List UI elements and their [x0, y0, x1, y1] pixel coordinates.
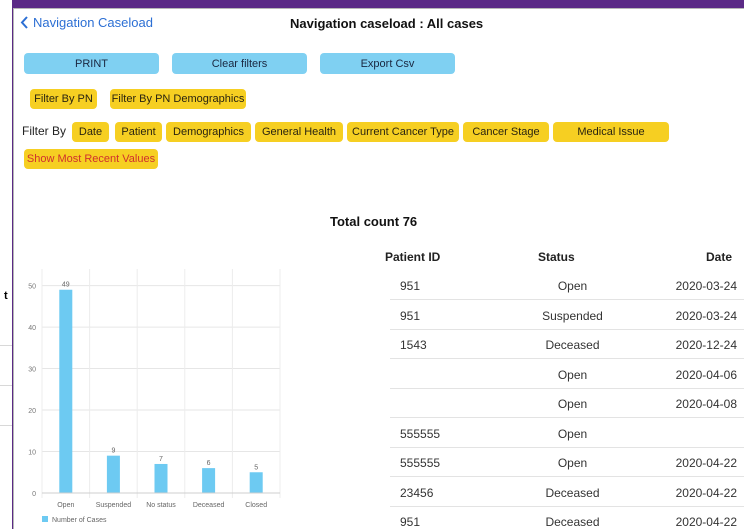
filter-by-pn-demographics-button[interactable]: Filter By PN Demographics: [110, 89, 246, 109]
cell-date: 2020-04-22: [675, 515, 737, 529]
filter-cancer-stage-button[interactable]: Cancer Stage: [463, 122, 549, 142]
bar-data-label: 7: [159, 456, 163, 463]
filter-patient-button[interactable]: Patient: [115, 122, 162, 142]
y-tick-label: 40: [28, 325, 36, 332]
filter-by-pn-button[interactable]: Filter By PN: [30, 89, 97, 109]
cell-date: 2020-03-24: [675, 279, 737, 293]
x-tick-label: Open: [57, 502, 74, 509]
chevron-left-icon: [20, 16, 28, 29]
bar-data-label: 6: [207, 460, 211, 467]
clear-filters-button[interactable]: Clear filters: [172, 53, 307, 74]
x-tick-label: No status: [146, 502, 176, 509]
divider: [0, 345, 12, 346]
table-row[interactable]: Open 2020-04-08: [390, 389, 744, 418]
show-most-recent-values-toggle[interactable]: Show Most Recent Values: [24, 149, 158, 169]
bar: [154, 463, 168, 493]
page-title: Navigation caseload : All cases: [290, 16, 484, 31]
y-tick-label: 20: [28, 408, 36, 415]
cell-date: 2020-04-08: [675, 397, 737, 411]
legend-label: Number of Cases: [52, 517, 107, 524]
cell-status: Open: [557, 397, 588, 411]
x-tick-label: Closed: [245, 502, 267, 509]
cell-status: Suspended: [542, 308, 603, 323]
cell-patient-id: 555555: [400, 426, 441, 441]
cell-status: Open: [557, 456, 588, 470]
table-row[interactable]: 555555 Open: [390, 419, 744, 448]
cell-patient-id: 555555: [400, 456, 441, 470]
divider: [0, 385, 12, 386]
bar-data-label: 9: [111, 448, 115, 455]
table-row[interactable]: 1543 Deceased 2020-12-24: [390, 330, 744, 359]
cell-status: Open: [557, 367, 588, 382]
table-row[interactable]: 23456 Deceased 2020-04-22: [390, 478, 744, 507]
bar: [249, 472, 263, 493]
divider: [0, 425, 12, 426]
app-window: Navigation Caseload Navigation caseload …: [13, 8, 744, 529]
cell-date: 2020-04-22: [675, 485, 737, 500]
filter-medical-issue-button[interactable]: Medical Issue: [553, 122, 669, 142]
cell-patient-id: 23456: [400, 485, 434, 500]
col-header-patient-id: Patient ID: [385, 250, 441, 264]
cell-status: Deceased: [545, 485, 600, 500]
cell-patient-id: 951: [400, 515, 421, 529]
back-label: Navigation Caseload: [33, 15, 153, 30]
table-row[interactable]: Open 2020-04-06: [390, 360, 744, 389]
cell-date: 2020-04-06: [675, 367, 737, 382]
table-row[interactable]: 951 Open 2020-03-24: [390, 271, 744, 300]
bar: [202, 468, 216, 493]
table-row[interactable]: 951 Suspended 2020-03-24: [390, 301, 744, 330]
nav-header: Navigation Caseload Navigation caseload …: [14, 9, 744, 39]
cell-date: 2020-12-24: [675, 338, 737, 352]
table-row[interactable]: 555555 Open 2020-04-22: [390, 448, 744, 477]
cell-status: Open: [557, 426, 588, 441]
y-tick-label: 30: [28, 367, 36, 374]
bar-data-label: 49: [62, 282, 70, 289]
col-header-date: Date: [706, 250, 733, 264]
cases-bar-chart: 0 10 20 30 40 50 49 Open 9 Suspended 7 No status 6 De…: [28, 269, 281, 524]
export-csv-button[interactable]: Export Csv: [320, 53, 455, 74]
cell-status: Deceased: [545, 338, 600, 352]
y-tick-label: 0: [32, 491, 36, 498]
y-tick-label: 50: [28, 284, 36, 291]
filter-current-cancer-type-button[interactable]: Current Cancer Type: [347, 122, 459, 142]
cell-status: Open: [557, 279, 588, 293]
background-window-edge: t: [0, 0, 12, 529]
legend-swatch: [42, 516, 48, 522]
filter-date-button[interactable]: Date: [72, 122, 109, 142]
cell-date: 2020-03-24: [675, 308, 737, 323]
back-button[interactable]: Navigation Caseload: [20, 15, 153, 30]
cell-status: Deceased: [545, 515, 600, 529]
y-tick-label: 10: [28, 450, 36, 457]
cell-date: 2020-04-22: [675, 456, 737, 470]
filter-by-label: Filter By: [22, 124, 67, 138]
x-tick-label: Suspended: [96, 502, 132, 509]
print-button[interactable]: PRINT: [24, 53, 159, 74]
cell-patient-id: 1543: [400, 338, 427, 352]
x-tick-label: Deceased: [193, 502, 225, 509]
total-count: Total count 76: [330, 214, 418, 229]
filter-general-health-button[interactable]: General Health: [255, 122, 343, 142]
bar: [106, 455, 120, 493]
bar-data-label: 5: [254, 464, 258, 471]
filter-demographics-button[interactable]: Demographics: [166, 122, 251, 142]
bar: [59, 289, 73, 493]
background-text-fragment: t: [4, 290, 8, 302]
cell-patient-id: 951: [400, 279, 421, 293]
table-row[interactable]: 951 Deceased 2020-04-22: [390, 507, 744, 529]
cell-patient-id: 951: [400, 308, 421, 323]
col-header-status: Status: [538, 250, 575, 264]
